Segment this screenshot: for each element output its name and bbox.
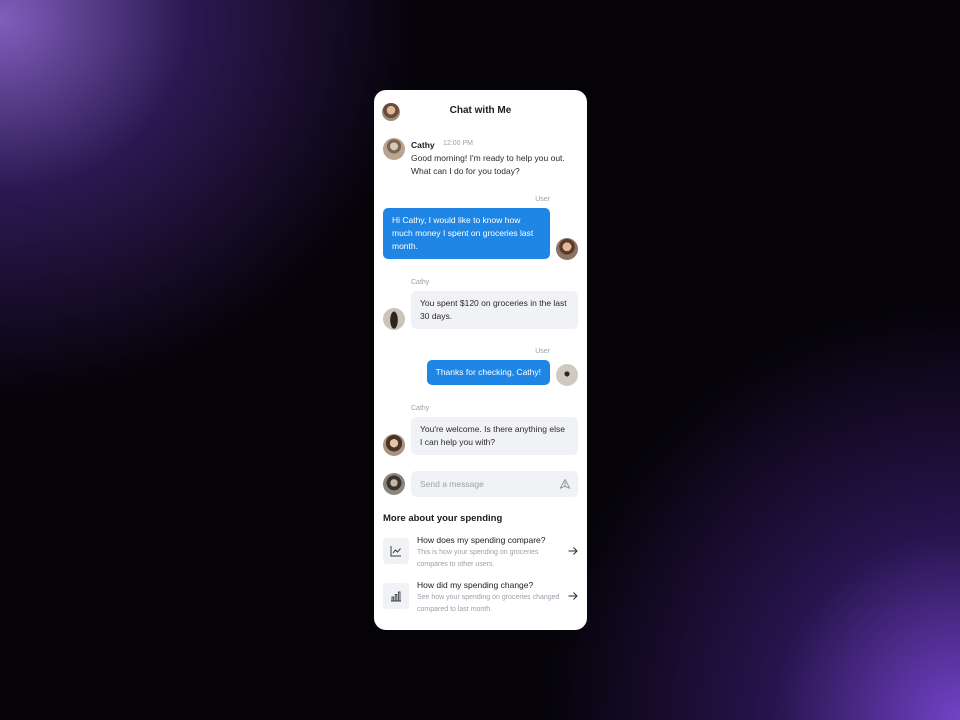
chat-header: Chat with Me xyxy=(374,90,587,134)
message-bubble-cathy: You spent $120 on groceries in the last … xyxy=(411,291,578,329)
item-description: See how your spending on groceries chang… xyxy=(417,594,560,613)
avatar-user xyxy=(556,364,578,386)
sender-label: Cathy xyxy=(411,279,430,286)
page-title: Chat with Me xyxy=(449,105,512,116)
message-input[interactable]: Send a message xyxy=(411,471,578,497)
sender-label: User xyxy=(535,348,550,355)
line-chart-icon xyxy=(390,546,401,557)
arrow-right-icon[interactable] xyxy=(568,546,578,556)
spending-change-item[interactable]: How did my spending change? See how your… xyxy=(374,580,587,620)
avatar-cathy xyxy=(383,308,405,330)
line-chart-icon-box xyxy=(383,538,409,564)
send-icon[interactable] xyxy=(559,478,571,490)
spending-compare-item[interactable]: How does my spending compare? This is ho… xyxy=(374,535,587,575)
message-time: 12:00 PM xyxy=(443,140,473,147)
sender-label: User xyxy=(535,196,550,203)
avatar-user xyxy=(556,238,578,260)
sender-label: Cathy xyxy=(411,405,430,412)
bar-chart-icon-box xyxy=(383,583,409,609)
message-bubble-cathy: You're welcome. Is there anything else I… xyxy=(411,417,578,455)
avatar-current-user xyxy=(383,473,405,495)
message-bubble-user: Hi Cathy, I would like to know how much … xyxy=(383,208,550,259)
sender-name: Cathy xyxy=(411,140,435,150)
message-bubble-user: Thanks for checking, Cathy! xyxy=(426,360,550,385)
item-title: How does my spending compare? xyxy=(417,535,546,545)
item-description: This is how your spending on groceries c… xyxy=(417,549,539,568)
message-input-placeholder: Send a message xyxy=(420,479,484,489)
avatar-cathy xyxy=(383,434,405,456)
message-text: Good morning! I'm ready to help you out.… xyxy=(411,153,565,176)
item-title: How did my spending change? xyxy=(417,580,534,590)
bar-chart-icon xyxy=(391,591,401,602)
arrow-right-icon[interactable] xyxy=(568,591,578,601)
chat-card: Chat with Me Cathy 12:00 PM Good morning… xyxy=(374,90,587,630)
section-title: More about your spending xyxy=(383,513,503,524)
avatar-cathy xyxy=(383,138,405,160)
